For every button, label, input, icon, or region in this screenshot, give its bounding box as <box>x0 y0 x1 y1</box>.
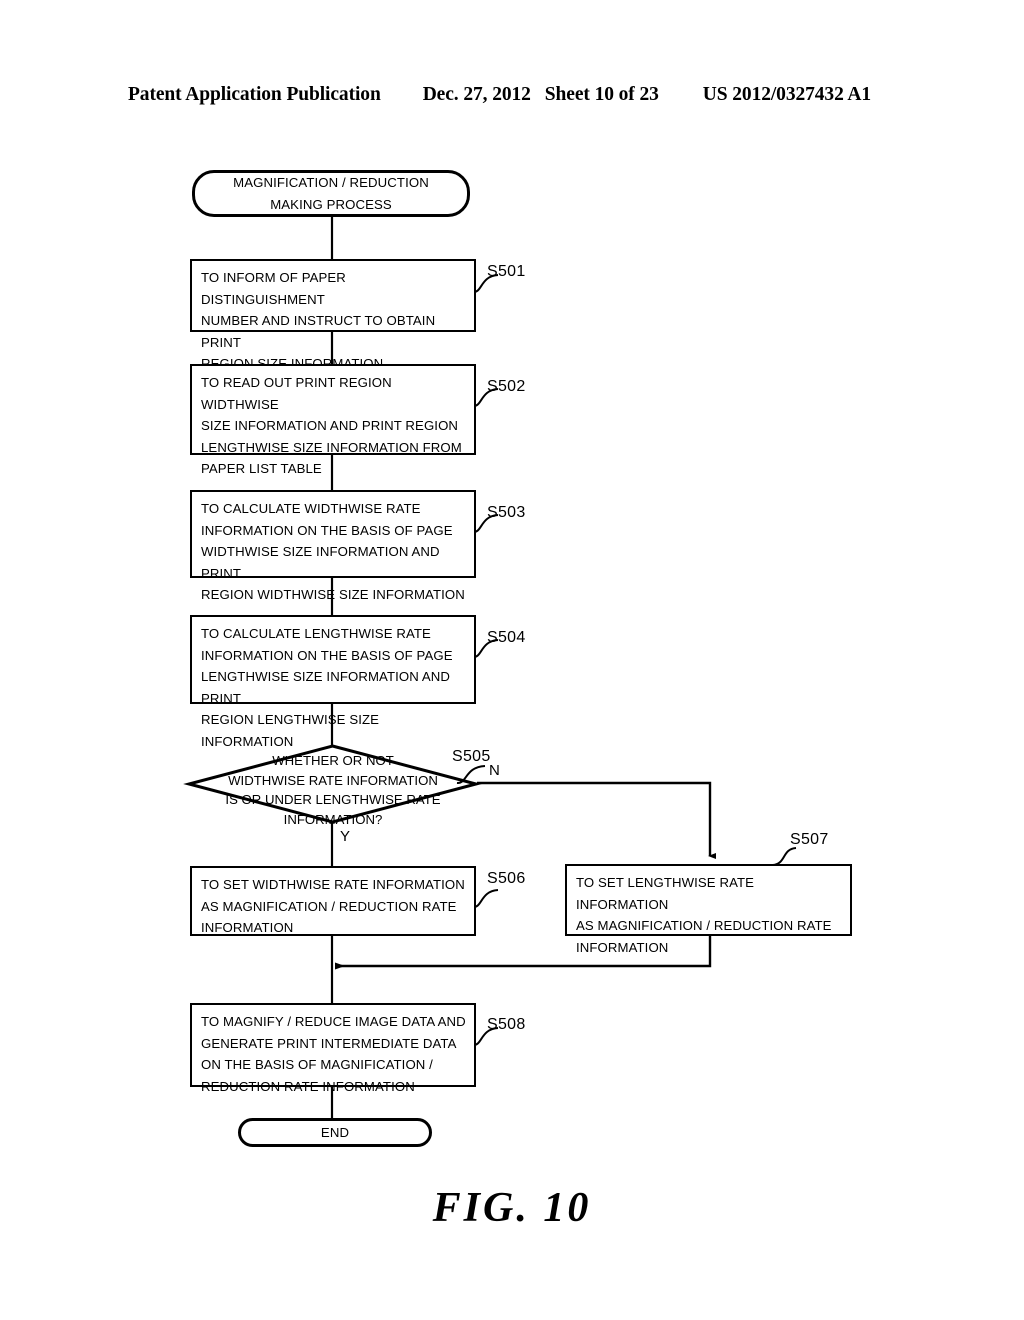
flow-node-s507[interactable]: TO SET LENGTHWISE RATE INFORMATION AS MA… <box>565 864 852 955</box>
flow-node-s504-text: TO CALCULATE LENGTHWISE RATE INFORMATION… <box>201 626 453 749</box>
flow-node-start[interactable]: MAGNIFICATION / REDUCTION MAKING PROCESS <box>192 170 470 217</box>
step-ref-s505: S505 <box>452 748 491 765</box>
step-ref-s507: S507 <box>790 831 829 848</box>
flow-node-s506-text: TO SET WIDTHWISE RATE INFORMATION AS MAG… <box>201 877 465 935</box>
flow-node-start-label: MAGNIFICATION / REDUCTION MAKING PROCESS <box>233 175 429 212</box>
step-ref-s504: S504 <box>487 629 526 646</box>
flowchart-diagram: MAGNIFICATION / REDUCTION MAKING PROCESS… <box>0 0 1024 1320</box>
flow-node-s501-text: TO INFORM OF PAPER DISTINGUISHMENT NUMBE… <box>201 270 436 371</box>
flow-node-s508-text: TO MAGNIFY / REDUCE IMAGE DATA AND GENER… <box>201 1014 466 1094</box>
flow-node-s508[interactable]: TO MAGNIFY / REDUCE IMAGE DATA AND GENER… <box>190 1003 476 1094</box>
leader-line-s506 <box>473 889 499 908</box>
flow-node-end[interactable]: END <box>238 1118 432 1147</box>
branch-label-no: N <box>489 762 500 779</box>
flow-node-s507-text: TO SET LENGTHWISE RATE INFORMATION AS MA… <box>576 875 832 955</box>
flow-node-s505-text: WHETHER OR NOT WIDTHWISE RATE INFORMATIO… <box>225 753 441 827</box>
flowchart-connectors <box>330 216 716 1118</box>
step-ref-s503: S503 <box>487 504 526 521</box>
step-ref-s508: S508 <box>487 1016 526 1033</box>
leader-line-s507 <box>772 847 797 866</box>
flow-node-s503-text: TO CALCULATE WIDTHWISE RATE INFORMATION … <box>201 501 465 602</box>
step-ref-s502: S502 <box>487 378 526 395</box>
flow-node-end-label: END <box>320 1124 350 1140</box>
flow-node-s506[interactable]: TO SET WIDTHWISE RATE INFORMATION AS MAG… <box>190 866 476 936</box>
leader-line-s505 <box>456 765 486 784</box>
flow-node-s502[interactable]: TO READ OUT PRINT REGION WIDTHWISE SIZE … <box>190 364 476 476</box>
step-ref-s506: S506 <box>487 870 526 887</box>
flow-node-s501[interactable]: TO INFORM OF PAPER DISTINGUISHMENT NUMBE… <box>190 259 476 371</box>
flow-node-s505-decision[interactable]: WHETHER OR NOT WIDTHWISE RATE INFORMATIO… <box>183 744 482 827</box>
flow-node-s502-text: TO READ OUT PRINT REGION WIDTHWISE SIZE … <box>201 375 462 476</box>
branch-label-yes: Y <box>340 828 351 845</box>
figure-caption: FIG. 10 <box>432 1185 592 1231</box>
step-ref-s501: S501 <box>487 263 526 280</box>
flow-node-s504[interactable]: TO CALCULATE LENGTHWISE RATE INFORMATION… <box>190 615 476 749</box>
flow-node-s503[interactable]: TO CALCULATE WIDTHWISE RATE INFORMATION … <box>190 490 476 602</box>
